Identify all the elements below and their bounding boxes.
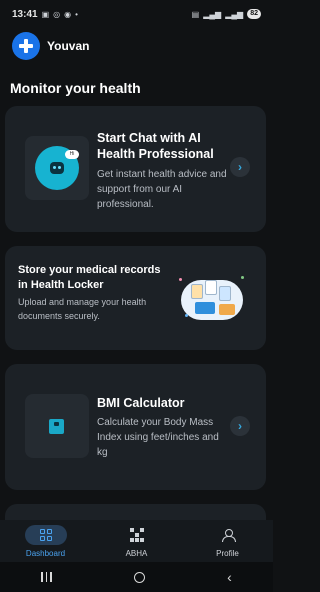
- ai-chat-thumbnail: Hi: [25, 136, 89, 200]
- battery-icon: 82: [247, 9, 261, 19]
- recents-icon[interactable]: [41, 572, 52, 582]
- nav-item-dashboard[interactable]: Dashboard: [11, 520, 81, 562]
- document-icon: [219, 286, 231, 301]
- folder-icon: [195, 302, 215, 314]
- profile-icon: [207, 525, 249, 545]
- nav-label-dashboard: Dashboard: [25, 549, 66, 558]
- bmi-description: Calculate your Body Mass Index using fee…: [97, 417, 219, 458]
- chat-icon: ◎: [53, 9, 61, 19]
- nav-item-profile[interactable]: Profile: [193, 520, 263, 562]
- ai-chat-title: Start Chat with AI Health Professional: [97, 131, 214, 161]
- system-nav-bar: ‹: [0, 562, 273, 592]
- app-header: Youvan: [0, 28, 273, 64]
- dashboard-icon: [24, 525, 67, 545]
- decor-dot: [185, 314, 188, 317]
- signal-icon: ▂▄▆: [203, 9, 222, 19]
- home-icon[interactable]: [133, 571, 145, 583]
- decor-dot: [241, 276, 244, 279]
- nav-label-profile: Profile: [216, 549, 239, 558]
- bmi-calculator-card[interactable]: BMI Calculator Calculate your Body Mass …: [5, 364, 266, 490]
- robot-face-icon: [50, 162, 64, 174]
- health-locker-title: Store your medical records in Health Loc…: [18, 264, 161, 291]
- screenshot-icon: ▣: [41, 9, 50, 19]
- back-icon[interactable]: ‹: [227, 570, 232, 584]
- bmi-thumbnail: [25, 394, 89, 458]
- document-icon: [205, 280, 217, 295]
- messenger-icon: ◉: [64, 9, 72, 19]
- bmi-chevron-icon[interactable]: ›: [230, 416, 250, 436]
- app-name: Youvan: [47, 39, 90, 53]
- nav-label-abha: ABHA: [125, 549, 148, 558]
- sim-icon: ▤: [191, 9, 200, 19]
- signal-icon-2: ▂▄▆: [225, 9, 244, 19]
- scale-icon: [49, 419, 64, 434]
- ai-chat-chevron-icon[interactable]: ›: [230, 157, 250, 177]
- health-locker-card[interactable]: Store your medical records in Health Loc…: [5, 246, 266, 350]
- status-bar: 13:41 ▣ ◎ ◉ • ▤ ▂▄▆ ▂▄▆ 82: [0, 0, 273, 28]
- bmi-title: BMI Calculator: [97, 396, 185, 410]
- decor-dot: [179, 278, 182, 281]
- dot-icon: •: [75, 9, 78, 19]
- health-locker-description: Upload and manage your health documents …: [18, 297, 147, 321]
- chat-bubble-icon: Hi: [65, 150, 79, 159]
- ai-chat-card[interactable]: Hi Start Chat with AI Health Professiona…: [5, 106, 266, 232]
- qr-code-icon: [116, 525, 158, 545]
- status-time: 13:41: [12, 8, 38, 20]
- nav-item-abha[interactable]: ABHA: [102, 520, 172, 562]
- medical-cross-icon: [19, 39, 33, 53]
- app-logo-icon[interactable]: [12, 32, 40, 60]
- status-right: ▤ ▂▄▆ ▂▄▆ 82: [192, 9, 261, 19]
- ai-chat-description: Get instant health advice and support fr…: [97, 169, 227, 210]
- status-left: 13:41 ▣ ◎ ◉ •: [12, 9, 78, 20]
- section-title: Monitor your health: [10, 80, 141, 96]
- folder-icon: [219, 304, 235, 315]
- document-icon: [191, 284, 203, 299]
- health-locker-illustration: [177, 274, 247, 322]
- bottom-nav: Dashboard ABHA Profile: [0, 520, 273, 562]
